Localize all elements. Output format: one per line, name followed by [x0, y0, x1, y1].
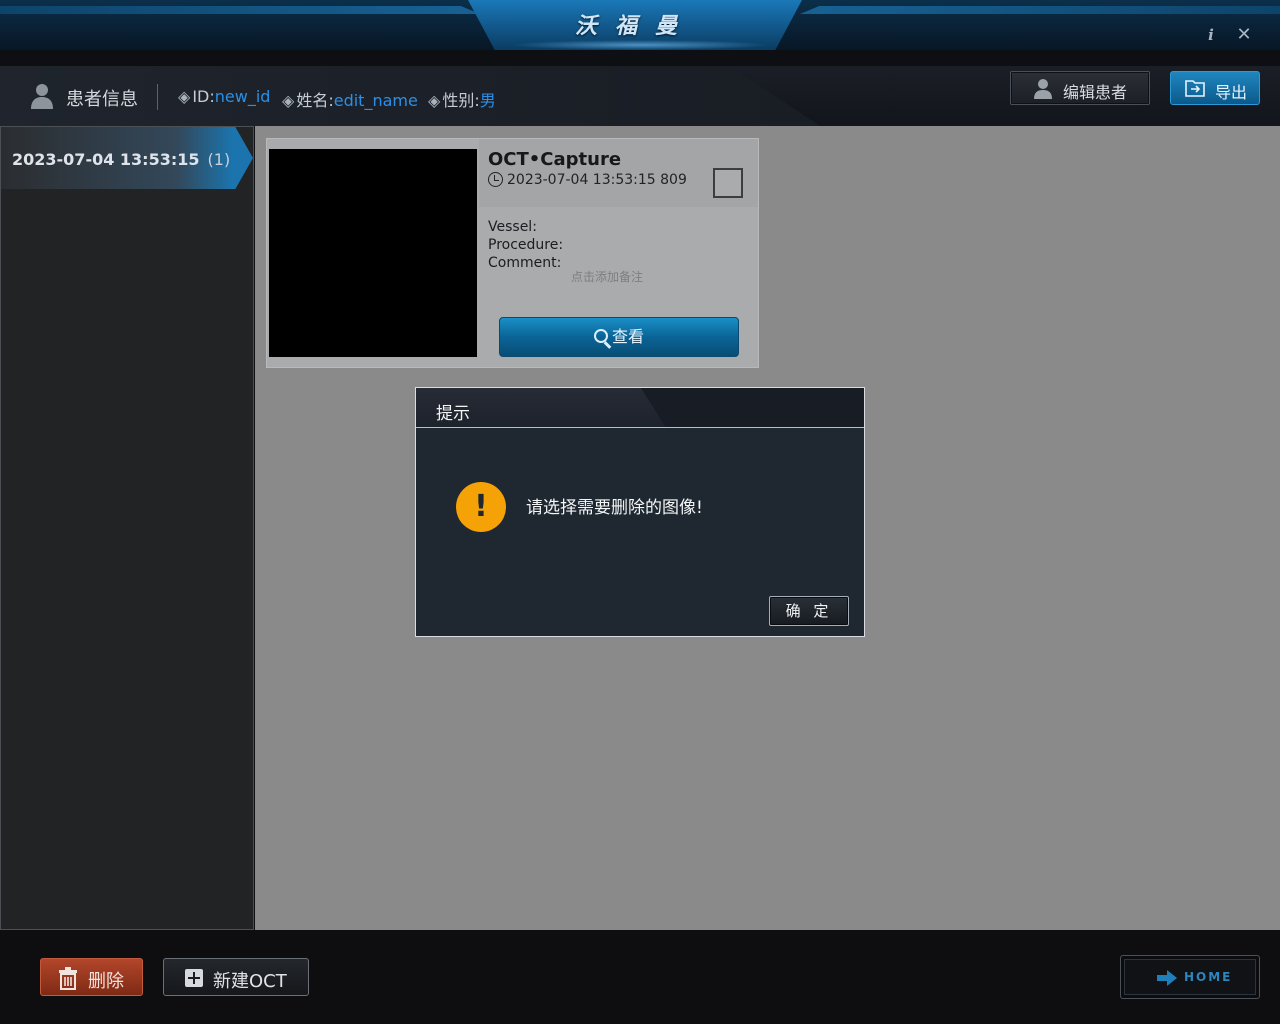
- plus-icon: [185, 969, 203, 987]
- title-stripe-right: [800, 6, 1280, 14]
- ok-button[interactable]: 确 定: [769, 596, 849, 626]
- export-label: 导出: [1215, 83, 1248, 102]
- app-brand: 沃福曼: [574, 14, 695, 39]
- session-list-panel: 2023-07-04 13:53:15 (1): [0, 126, 254, 930]
- arrow-right-icon: [1157, 970, 1177, 986]
- home-button[interactable]: HOME: [1120, 955, 1260, 999]
- dialog-header: 提示: [416, 388, 864, 428]
- close-icon[interactable]: ✕: [1235, 26, 1253, 44]
- edit-patient-label: 编辑患者: [1063, 83, 1128, 102]
- capture-thumbnail[interactable]: [269, 149, 477, 357]
- patient-name-field: ◈ 姓名:edit_name: [282, 87, 418, 111]
- new-oct-button[interactable]: 新建OCT: [163, 958, 309, 996]
- search-icon: [593, 329, 608, 343]
- patient-info-bar: 患者信息 ◈ ID:new_id ◈ 姓名:edit_name ◈ 性别:男 编辑患者…: [0, 66, 1280, 126]
- session-item-label: 2023-07-04 13:53:15 (1): [12, 150, 230, 169]
- divider: [157, 84, 158, 110]
- new-oct-label: 新建OCT: [213, 971, 287, 992]
- view-label: 查看: [611, 327, 644, 346]
- export-button[interactable]: 导出: [1170, 71, 1260, 105]
- brand-glow: [510, 40, 770, 50]
- patient-id-label: ID:: [192, 87, 215, 106]
- select-checkbox[interactable]: [713, 168, 743, 198]
- patient-info-title: 患者信息: [66, 89, 138, 110]
- dialog-message: 请选择需要删除的图像!: [526, 498, 703, 518]
- delete-button[interactable]: 删除: [40, 958, 143, 996]
- user-icon: [31, 84, 53, 109]
- export-folder-icon: [1185, 80, 1205, 97]
- trash-icon: [59, 967, 77, 990]
- patient-id-field: ◈ ID:new_id: [178, 87, 270, 106]
- delete-label: 删除: [88, 971, 124, 992]
- bottom-toolbar: 删除 新建OCT HOME: [0, 930, 1280, 1024]
- patient-name-label: 姓名:: [296, 91, 334, 110]
- comment-input[interactable]: 点击添加备注: [571, 268, 643, 285]
- session-item[interactable]: 2023-07-04 13:53:15 (1): [1, 127, 253, 189]
- diamond-icon: ◈: [282, 91, 295, 110]
- session-date: 2023-07-04 13:53:15: [12, 150, 200, 169]
- user-icon: [1034, 79, 1052, 99]
- capture-timestamp: 2023-07-04 13:53:15 809: [488, 172, 687, 188]
- capture-timestamp-text: 2023-07-04 13:53:15 809: [507, 172, 687, 188]
- home-label: HOME: [1184, 970, 1233, 984]
- info-icon[interactable]: i: [1202, 26, 1220, 44]
- diamond-icon: ◈: [178, 87, 191, 106]
- capture-card[interactable]: OCT•Capture 2023-07-04 13:53:15 809 Vess…: [266, 138, 759, 368]
- patient-gender-field: ◈ 性别:男: [428, 87, 496, 111]
- vessel-label: Vessel:: [488, 219, 537, 235]
- session-count: (1): [207, 150, 231, 169]
- clock-icon: [488, 172, 503, 187]
- patient-id-value: new_id: [214, 87, 271, 106]
- title-bar: 沃福曼 i ✕: [0, 0, 1280, 50]
- edit-patient-button[interactable]: 编辑患者: [1010, 71, 1150, 105]
- dialog-title: 提示: [436, 404, 470, 424]
- patient-name-value: edit_name: [333, 91, 418, 110]
- patient-gender-label: 性别:: [442, 91, 480, 110]
- patient-gender-value: 男: [479, 91, 496, 110]
- diamond-icon: ◈: [428, 91, 441, 110]
- view-button[interactable]: 查看: [499, 317, 739, 357]
- procedure-label: Procedure:: [488, 237, 564, 253]
- title-stripe-left: [0, 6, 480, 14]
- capture-title: OCT•Capture: [488, 149, 622, 170]
- alert-dialog: 提示 ! 请选择需要删除的图像! 确 定: [415, 387, 865, 637]
- warning-icon: !: [456, 482, 506, 532]
- comment-label: Comment:: [488, 255, 562, 271]
